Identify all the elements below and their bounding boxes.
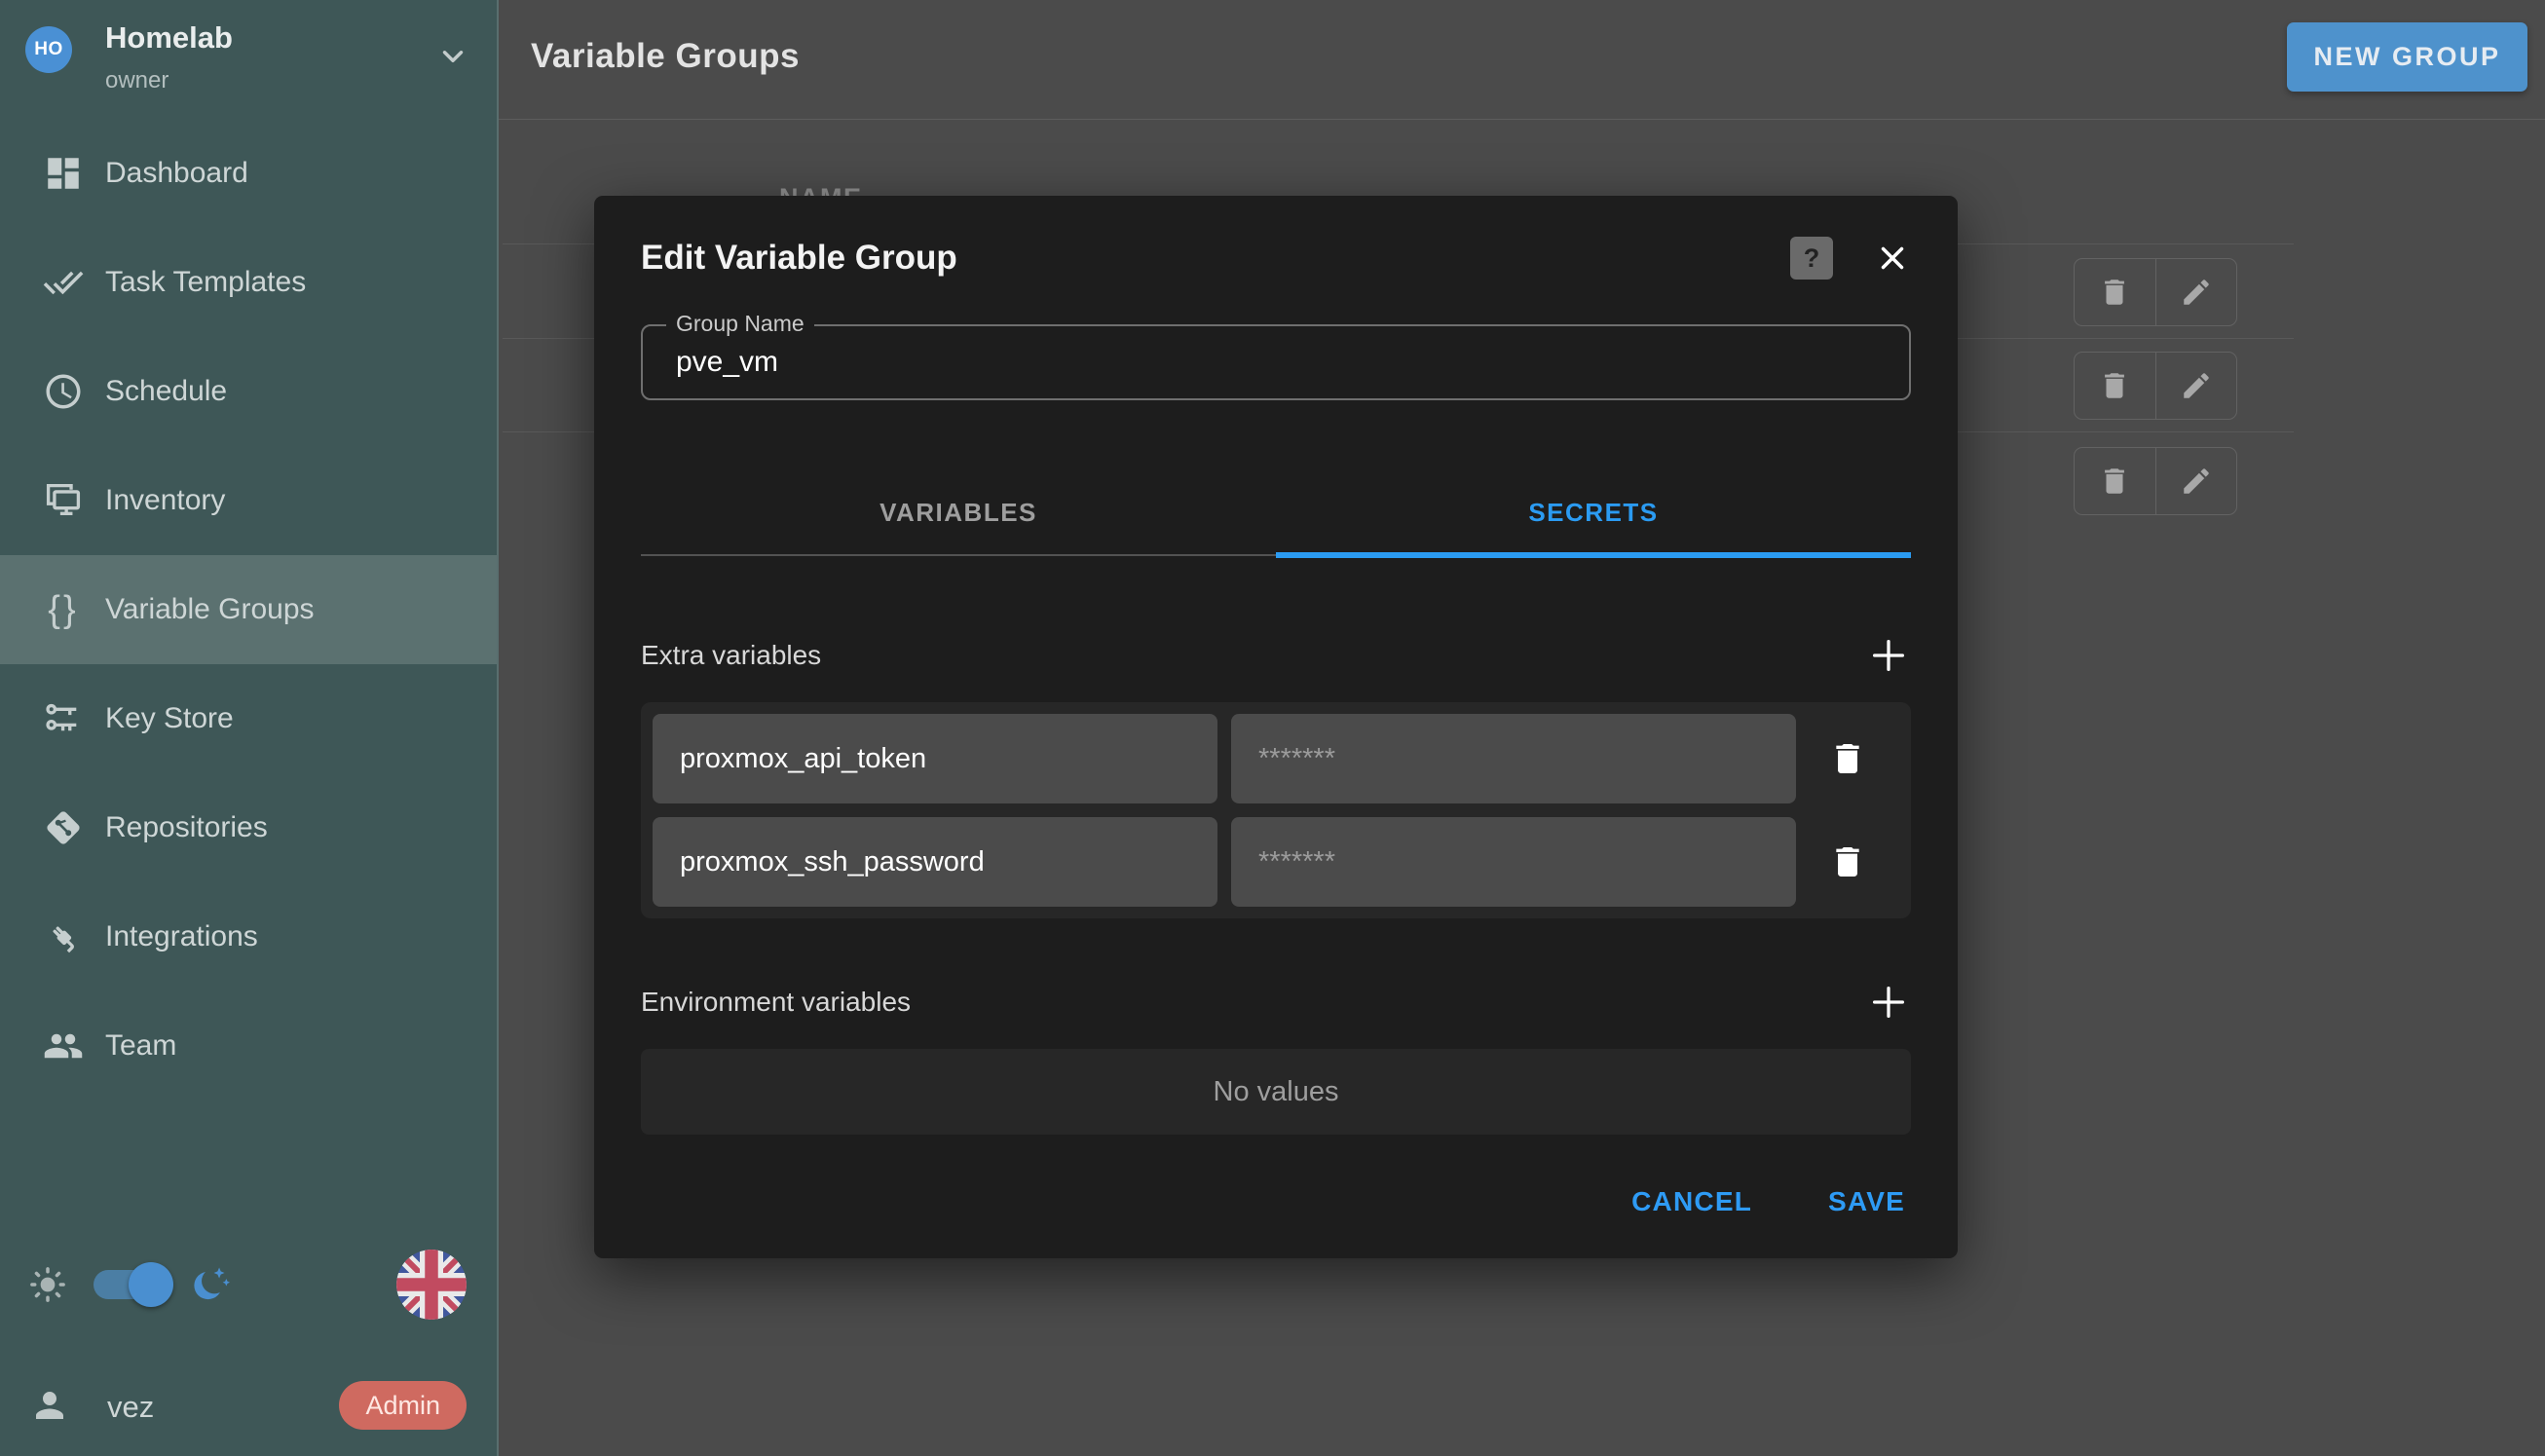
uk-flag-icon[interactable] [396, 1250, 467, 1320]
dialog-title: Edit Variable Group [641, 239, 957, 278]
sidebar-item-label: Dashboard [105, 157, 248, 190]
delete-variable-button[interactable] [1796, 842, 1899, 881]
sidebar-item-label: Variable Groups [105, 593, 315, 626]
edit-button[interactable] [2155, 448, 2237, 514]
extra-variables-list [641, 702, 1911, 918]
environment-variables-label: Environment variables [641, 987, 911, 1018]
dialog-tabs: VARIABLES SECRETS [641, 470, 1911, 556]
extra-variables-section-header: Extra variables [641, 632, 1911, 679]
edit-variable-group-dialog: Edit Variable Group ? Group Name VARIABL… [594, 196, 1958, 1258]
page-title: Variable Groups [531, 37, 800, 76]
sidebar-item-team[interactable]: Team [0, 991, 497, 1101]
dialog-header: Edit Variable Group ? [641, 196, 1911, 289]
sidebar-item-schedule[interactable]: Schedule [0, 337, 497, 446]
plus-icon [1866, 980, 1911, 1025]
cancel-button[interactable]: CANCEL [1626, 1185, 1758, 1218]
git-icon [43, 807, 84, 848]
edit-button[interactable] [2155, 353, 2237, 419]
delete-button[interactable] [2075, 353, 2155, 419]
project-selector[interactable]: HO Homelab owner [0, 0, 497, 115]
monitor-icon [43, 480, 84, 521]
sidebar-item-dashboard[interactable]: Dashboard [0, 119, 497, 228]
group-name-field: Group Name [641, 324, 1911, 400]
save-button[interactable]: SAVE [1822, 1185, 1911, 1218]
sidebar-tools [0, 1250, 497, 1320]
app-bar: Variable Groups NEW GROUP [499, 0, 2545, 120]
sidebar-item-label: Team [105, 1029, 176, 1063]
help-button[interactable]: ? [1790, 237, 1833, 280]
new-group-button[interactable]: NEW GROUP [2287, 22, 2527, 92]
plug-icon [43, 916, 84, 957]
active-tab-indicator [1276, 552, 1911, 558]
sidebar: HO Homelab owner Dashboard Task Template… [0, 0, 499, 1456]
project-role: owner [105, 67, 168, 94]
sidebar-item-label: Inventory [105, 484, 225, 517]
variable-name-input[interactable] [653, 817, 1217, 907]
tab-secrets[interactable]: SECRETS [1276, 470, 1911, 554]
project-name: Homelab [105, 20, 233, 56]
sidebar-item-label: Schedule [105, 375, 227, 408]
group-name-input[interactable] [643, 326, 1909, 398]
variable-name-input[interactable] [653, 714, 1217, 803]
trash-icon [1828, 842, 1867, 881]
table-row-actions [2074, 352, 2237, 420]
sidebar-item-key-store[interactable]: Key Store [0, 664, 497, 773]
variable-value-input[interactable] [1231, 817, 1796, 907]
environment-variables-section-header: Environment variables [641, 979, 1911, 1026]
moon-stars-icon [189, 1261, 234, 1311]
no-values-placeholder: No values [641, 1049, 1911, 1135]
dialog-actions: CANCEL SAVE [641, 1185, 1911, 1218]
sidebar-item-label: Task Templates [105, 266, 306, 299]
sidebar-item-task-templates[interactable]: Task Templates [0, 228, 497, 337]
sidebar-item-label: Integrations [105, 920, 258, 953]
theme-toggle[interactable] [94, 1270, 166, 1299]
chevron-down-icon [436, 40, 469, 78]
pencil-icon [2180, 465, 2213, 498]
trash-icon [1828, 739, 1867, 778]
braces-icon: {} [43, 589, 84, 630]
edit-button[interactable] [2155, 259, 2237, 325]
delete-button[interactable] [2075, 259, 2155, 325]
extra-variables-label: Extra variables [641, 640, 821, 671]
project-avatar: HO [25, 26, 72, 73]
pencil-icon [2180, 276, 2213, 309]
table-row-actions [2074, 447, 2237, 515]
dashboard-icon [43, 153, 84, 194]
clock-icon [43, 371, 84, 412]
sidebar-item-label: Key Store [105, 702, 234, 735]
theme-toggle-knob [129, 1262, 173, 1307]
pencil-icon [2180, 369, 2213, 402]
add-extra-variable-button[interactable] [1866, 633, 1911, 678]
sidebar-item-inventory[interactable]: Inventory [0, 446, 497, 555]
person-icon [29, 1385, 70, 1431]
variable-value-input[interactable] [1231, 714, 1796, 803]
delete-button[interactable] [2075, 448, 2155, 514]
sun-icon [27, 1264, 68, 1310]
variable-row [653, 714, 1899, 803]
sidebar-item-repositories[interactable]: Repositories [0, 773, 497, 882]
trash-icon [2098, 369, 2131, 402]
sidebar-nav: Dashboard Task Templates Schedule Invent… [0, 119, 497, 1101]
variable-row [653, 817, 1899, 907]
tab-variables[interactable]: VARIABLES [641, 470, 1276, 554]
trash-icon [2098, 465, 2131, 498]
delete-variable-button[interactable] [1796, 739, 1899, 778]
close-button[interactable] [1874, 240, 1911, 277]
username: vez [107, 1390, 154, 1425]
user-row: vez Admin [0, 1368, 497, 1442]
app: { "colors": { "sidebar_bg": "#3e5757", "… [0, 0, 2545, 1456]
add-environment-variable-button[interactable] [1866, 980, 1911, 1025]
plus-icon [1866, 633, 1911, 678]
sidebar-item-integrations[interactable]: Integrations [0, 882, 497, 991]
people-icon [43, 1026, 84, 1066]
keys-icon [43, 698, 84, 739]
sidebar-item-variable-groups[interactable]: {} Variable Groups [0, 555, 497, 664]
admin-badge: Admin [339, 1381, 467, 1430]
table-row-actions [2074, 258, 2237, 326]
double-check-icon [43, 262, 84, 303]
trash-icon [2098, 276, 2131, 309]
close-icon [1874, 240, 1911, 277]
sidebar-item-label: Repositories [105, 811, 268, 844]
